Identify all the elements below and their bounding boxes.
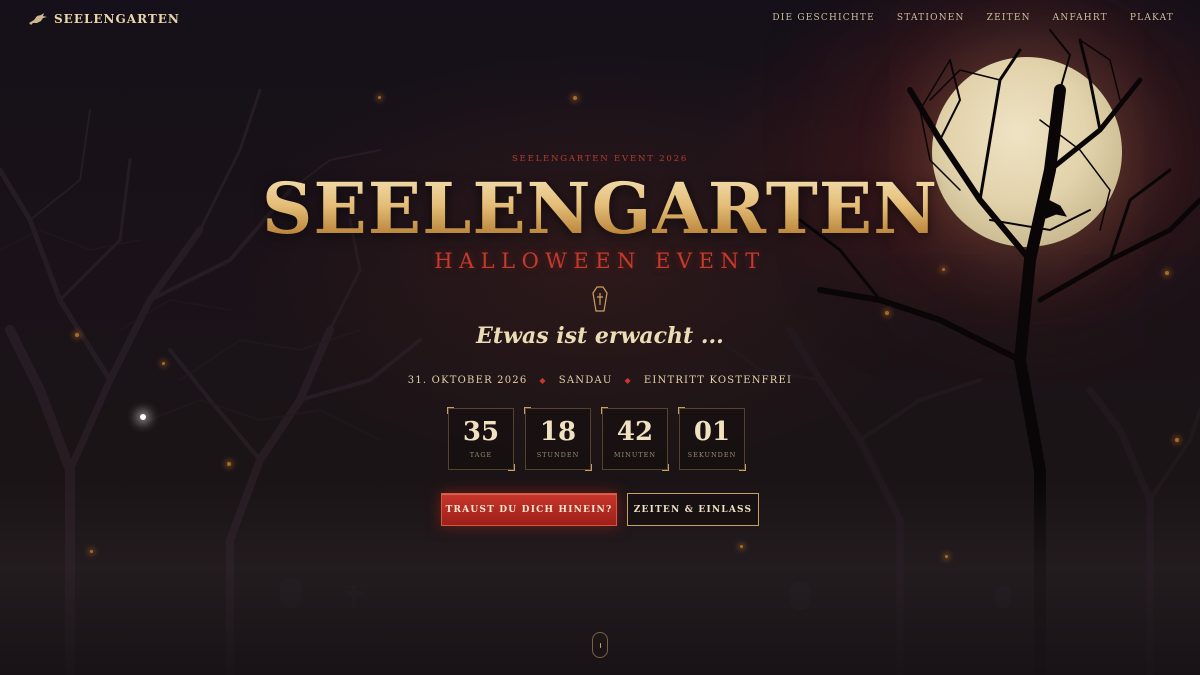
scroll-dot [599,643,601,648]
countdown-days: 35 TAGE [447,407,515,471]
ember [945,555,948,558]
countdown-label: SEKUNDEN [687,451,737,459]
top-navigation: SEELENGARTEN DIE GESCHICHTE STATIONEN ZE… [0,0,1200,40]
nav-link-die-geschichte[interactable]: DIE GESCHICHTE [772,13,875,23]
event-eyebrow: SEELENGARTEN EVENT 2026 [511,154,689,164]
nav-link-plakat[interactable]: PLAKAT [1130,13,1174,23]
ember [885,311,889,315]
countdown-seconds: 01 SEKUNDEN [678,407,746,471]
enter-button[interactable]: TRAUST DU DICH HINEIN? [441,493,617,526]
diamond-separator-icon: ◆ [624,376,632,385]
ember [90,550,93,553]
countdown-hours: 18 STUNDEN [524,407,592,471]
countdown-label: TAGE [469,451,493,459]
diamond-separator-icon: ◆ [539,376,547,385]
glowing-wisp [140,414,146,420]
countdown-label: MINUTEN [613,451,657,459]
countdown-value: 01 [693,417,731,447]
nav-link-stationen[interactable]: STATIONEN [897,13,965,23]
nav-links: DIE GESCHICHTE STATIONEN ZEITEN ANFAHRT … [772,13,1174,23]
countdown-minutes: 42 MINUTEN [601,407,669,471]
ember [162,362,165,365]
ember [378,96,381,99]
nav-link-zeiten[interactable]: ZEITEN [987,13,1031,23]
raven-icon [29,13,47,25]
countdown: 35 TAGE 18 STUNDEN 42 MINUTEN 01 SEKUNDE… [447,407,746,471]
ember [740,545,743,548]
ember [573,96,577,100]
page-subtitle: HALLOWEEN EVENT [434,249,766,273]
times-admission-button[interactable]: ZEITEN & EINLASS [627,493,759,526]
ember [1175,438,1179,442]
coffin-icon [592,286,608,312]
logo-text: SEELENGARTEN [54,12,180,26]
scroll-down-icon[interactable] [592,632,608,658]
countdown-value: 42 [616,417,654,447]
countdown-value: 18 [539,417,577,447]
event-meta: 31. OKTOBER 2026 ◆ SANDAU ◆ EINTRITT KOS… [0,375,1200,386]
event-location: SANDAU [558,375,613,386]
nav-link-anfahrt[interactable]: ANFAHRT [1053,13,1108,23]
site-logo[interactable]: SEELENGARTEN [28,11,180,27]
ember [227,462,231,466]
tagline: Etwas ist erwacht ... [476,323,724,349]
event-date: 31. OKTOBER 2026 [407,375,528,386]
page-title: SEELENGARTEN [0,172,1200,246]
event-admission: EINTRITT KOSTENFREI [643,375,793,386]
countdown-value: 35 [462,417,500,447]
countdown-label: STUNDEN [536,451,580,459]
